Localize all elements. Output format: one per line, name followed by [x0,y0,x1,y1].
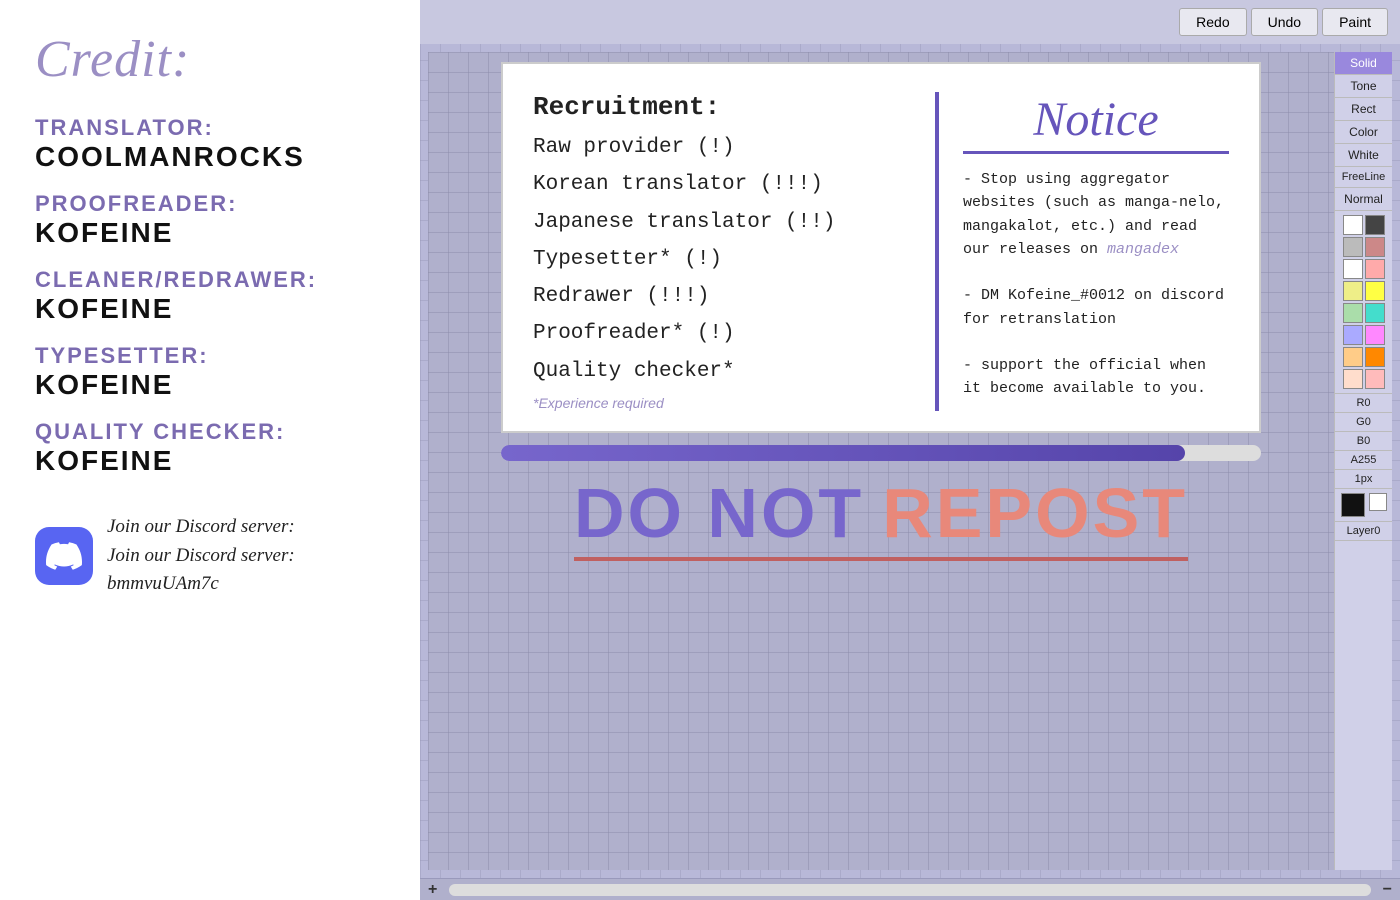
recruitment-item-0: Raw provider (!) [533,134,915,161]
toolbar: Redo Undo Paint [420,0,1400,44]
translator-name: Coolmanrocks [35,141,385,173]
recruitment-item-2: Japanese translator (!!) [533,209,915,236]
translator-label: Translator: [35,115,385,141]
recruitment-title: Recruitment: [533,92,915,122]
cleaner-label: Cleaner/Redrawer: [35,267,385,293]
swatch-white3[interactable] [1369,493,1387,511]
swatch-gray[interactable] [1343,237,1363,257]
notice-line-0: - Stop using aggregator websites (such a… [963,171,1224,258]
horizontal-scrollbar[interactable] [449,884,1370,896]
tools-sidebar: Solid Tone Rect Color White FreeLine Nor… [1334,52,1392,870]
tool-normal[interactable]: Normal [1335,188,1392,211]
tool-color[interactable]: Color [1335,121,1392,144]
notice-line-3: - support the official when it become av… [963,357,1206,397]
undo-button[interactable]: Undo [1251,8,1318,36]
notice-text: - Stop using aggregator websites (such a… [963,168,1229,401]
swatch-peach[interactable] [1343,369,1363,389]
r-label: R0 [1335,394,1392,413]
swatch-white2[interactable] [1343,259,1363,279]
notice-column: Notice - Stop using aggregator websites … [939,92,1229,411]
a-label: A255 [1335,451,1392,470]
credit-title: Credit: [35,30,385,89]
bottom-bar: + − [420,878,1400,900]
swatch-orange[interactable] [1365,347,1385,367]
progress-bar-fill [501,445,1185,461]
do-not-repost-wrapper: DO NOT REPOST [574,473,1188,561]
quality-checker-name: Kofeine [35,445,385,477]
swatch-green[interactable] [1343,303,1363,323]
swatch-brightyellow[interactable] [1365,281,1385,301]
recruitment-column: Recruitment: Raw provider (!) Korean tra… [533,92,939,411]
experience-note: *Experience required [533,395,915,411]
proofreader-label: Proofreader: [35,191,385,217]
typesetter-role: Typesetter: Kofeine [35,343,385,411]
g-label: G0 [1335,413,1392,432]
canvas-area: Recruitment: Raw provider (!) Korean tra… [420,44,1400,878]
tool-white[interactable]: White [1335,144,1392,167]
tool-freeline[interactable]: FreeLine [1335,167,1392,188]
swatch-teal[interactable] [1365,303,1385,323]
progress-bar-container [501,445,1261,461]
discord-section[interactable]: Join our Discord server:Join our Discord… [35,513,385,599]
layer-label: Layer0 [1335,522,1392,541]
discord-text: Join our Discord server:Join our Discord… [107,513,385,599]
canvas-content: Recruitment: Raw provider (!) Korean tra… [428,52,1334,870]
do-not-text: DO NOT [574,473,864,553]
swatch-dark[interactable] [1365,215,1385,235]
notice-title: Notice [963,92,1229,154]
tool-solid[interactable]: Solid [1335,52,1392,75]
tool-rect[interactable]: Rect [1335,98,1392,121]
color-swatches [1335,211,1392,394]
proofreader-role: Proofreader: Kofeine [35,191,385,259]
notice-mangadex: mangadex [1107,241,1179,258]
recruitment-item-6: Quality checker* [533,358,915,385]
swatch-pink[interactable] [1365,237,1385,257]
bw-selector [1335,489,1392,522]
swatch-salmon[interactable] [1365,369,1385,389]
tool-tone[interactable]: Tone [1335,75,1392,98]
proofreader-name: Kofeine [35,217,385,249]
left-panel: Credit: Translator: Coolmanrocks Proofre… [0,0,420,900]
recruitment-item-1: Korean translator (!!!) [533,171,915,198]
right-area: Redo Undo Paint Recruitment: Raw provide… [420,0,1400,900]
quality-checker-role: Quality Checker: Kofeine [35,419,385,487]
swatch-black[interactable] [1341,493,1365,517]
underline-bar [574,557,1188,561]
recruitment-item-3: Typesetter* (!) [533,246,915,273]
swatch-lightpink[interactable] [1365,259,1385,279]
cleaner-role: Cleaner/Redrawer: Kofeine [35,267,385,335]
do-not-repost: DO NOT REPOST [574,473,1188,553]
discord-icon[interactable] [35,527,93,585]
recruitment-item-4: Redrawer (!!!) [533,283,915,310]
scroll-minus-button[interactable]: − [1383,881,1392,899]
swatch-magenta[interactable] [1365,325,1385,345]
swatch-white[interactable] [1343,215,1363,235]
repost-text: REPOST [882,473,1188,553]
px-label: 1px [1335,470,1392,489]
content-box: Recruitment: Raw provider (!) Korean tra… [501,62,1261,433]
typesetter-name: Kofeine [35,369,385,401]
cleaner-name: Kofeine [35,293,385,325]
typesetter-label: Typesetter: [35,343,385,369]
swatch-blue[interactable] [1343,325,1363,345]
redo-button[interactable]: Redo [1179,8,1246,36]
discord-logo [46,538,82,574]
b-label: B0 [1335,432,1392,451]
quality-checker-label: Quality Checker: [35,419,385,445]
translator-role: Translator: Coolmanrocks [35,115,385,183]
scroll-plus-button[interactable]: + [428,881,437,899]
swatch-orange-light[interactable] [1343,347,1363,367]
paint-button[interactable]: Paint [1322,8,1388,36]
recruitment-item-5: Proofreader* (!) [533,320,915,347]
swatch-yellow[interactable] [1343,281,1363,301]
notice-line-2: - DM Kofeine_#0012 on discord for retran… [963,287,1224,327]
